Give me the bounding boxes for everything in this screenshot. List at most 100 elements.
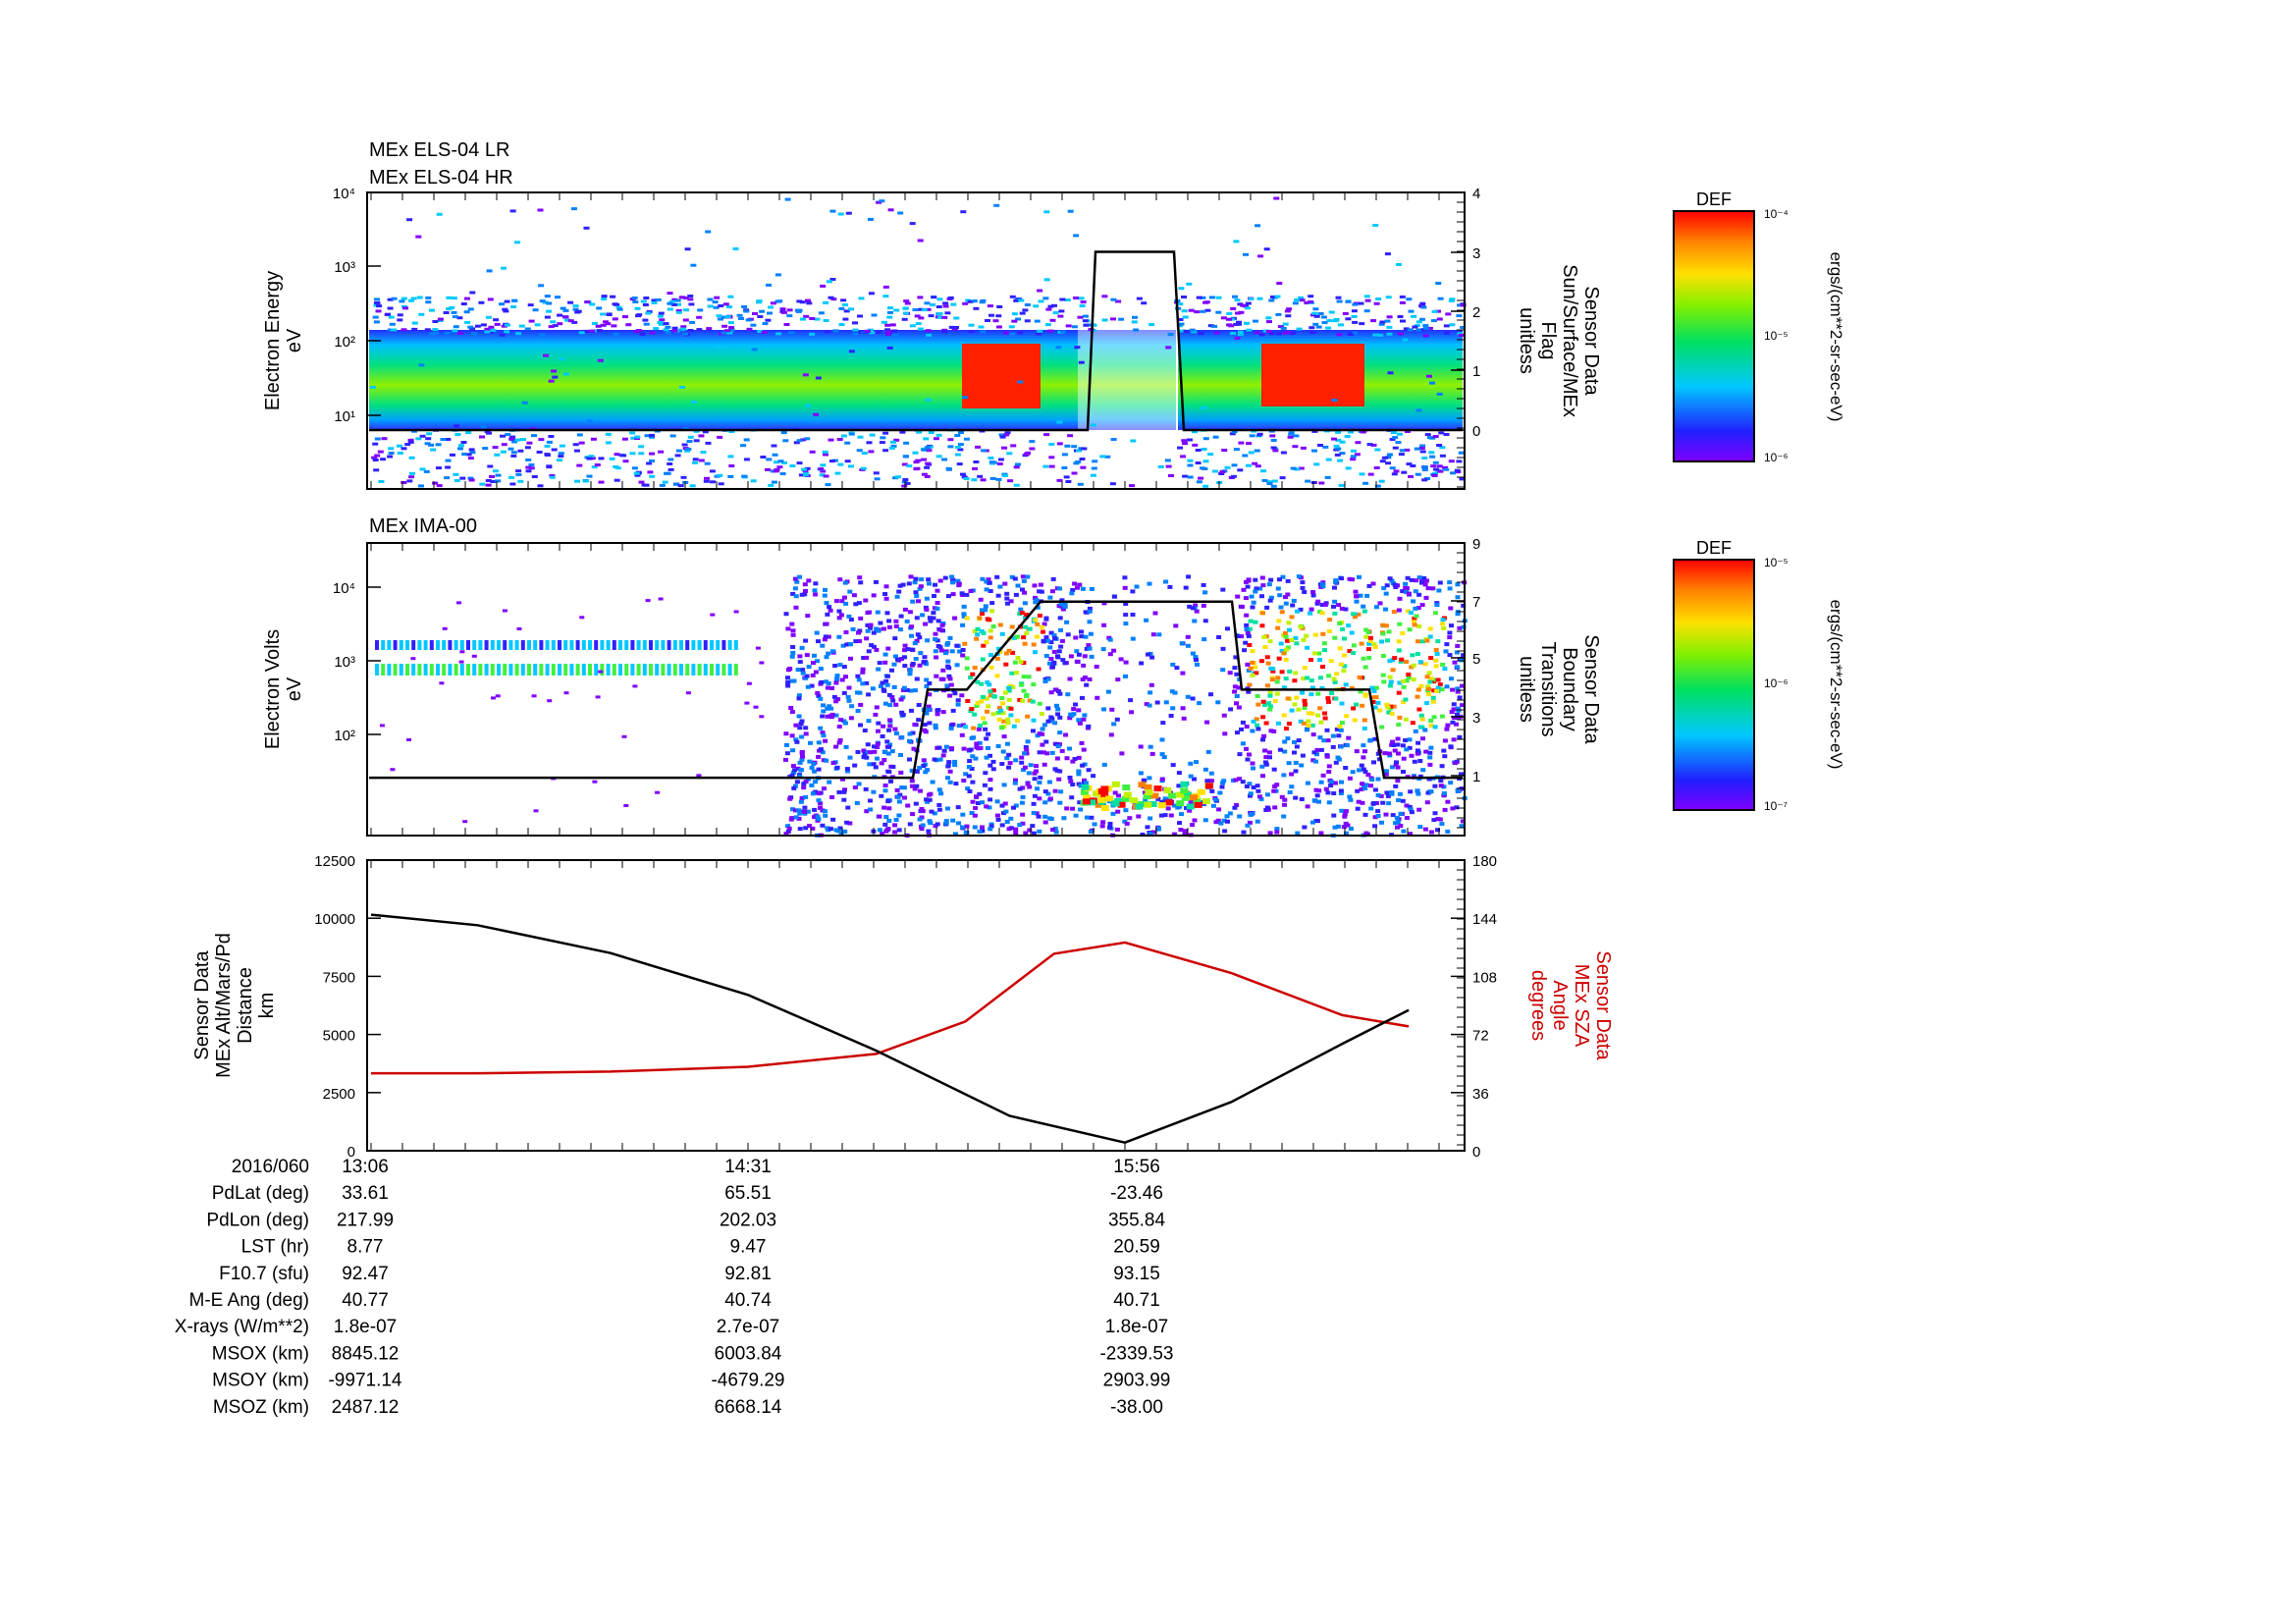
els-pixel [1411,314,1417,318]
ephemeris-label: 2016/060 [232,1157,309,1177]
els-pixel [809,332,816,336]
els-ytick-label: 10⁴ [333,186,355,202]
ima-pixel [863,598,869,603]
ima-pixel [1247,682,1253,687]
ima-pixel [916,703,922,707]
els-pixel [572,304,579,308]
els-pixel [1056,420,1063,424]
ima-pixel [1179,641,1185,646]
ima-pixel [827,780,832,784]
ima-pixel [1197,701,1202,706]
els-pixel [486,431,492,435]
ima-pixel [1417,660,1423,665]
els-pixel [894,475,901,479]
els-pixel [1024,453,1031,456]
ima-band-pixel [606,640,611,650]
ima-pixel [1401,679,1406,683]
ima-pixel [956,581,962,586]
ima-pixel [1081,717,1087,722]
ima-pixel [1439,822,1445,827]
ima-pixel [1362,665,1368,670]
els-pixel [1189,328,1196,332]
ima-pixel [1177,821,1182,826]
els-pixel [373,468,380,472]
els-pixel [567,319,574,323]
ima-pixel [863,786,869,791]
els-pixel [727,295,734,298]
ima-pixel [924,596,930,601]
ima-pixel [1318,676,1323,680]
ima-lowenergy-pixel [1144,784,1152,790]
ima-pixel [790,764,796,769]
ima-band-pixel [405,640,409,650]
els-pixel [445,465,452,469]
ima-pixel [1168,714,1174,718]
ima-pixel [1180,671,1186,676]
ima-pixel [1255,694,1260,698]
ima-pixel [1009,671,1015,676]
els-pixel [635,329,642,332]
ima-pixel [960,648,966,652]
els-pixel [675,310,682,314]
ima-pixel [1219,784,1225,789]
els-pixel [418,312,425,316]
ima-pixel [1322,648,1327,653]
els-pixel [675,449,682,453]
ima-pixel [1253,620,1258,624]
ima-pixel [1384,790,1390,795]
els-pixel [671,329,678,333]
ima-pixel [1396,751,1401,756]
ima-pixel [992,694,997,699]
els-pixel [562,372,569,376]
els-pixel [1355,441,1362,445]
ima-pixel [883,596,889,601]
ima-pixel [1041,723,1047,728]
els-pixel [418,484,424,488]
ima-pixel [1390,739,1396,744]
ephemeris-value: 92.81 [724,1264,772,1284]
ephemeris-label: PdLat (deg) [212,1183,309,1204]
els-pixel [667,301,673,305]
ima-pixel [1422,662,1428,667]
ima-pixel [897,583,903,588]
ima-pixel [1020,698,1026,703]
els-pixel [621,437,628,441]
ima-pixel [1073,813,1079,818]
ima-pixel [1298,624,1304,629]
ima-pixel [902,664,908,669]
els-pixel [594,463,601,466]
els-pixel [1078,360,1085,364]
ima-pixel [1375,814,1381,818]
els-pixel [1034,319,1041,323]
ima-pixel [1067,746,1072,751]
els-pixel [1275,312,1282,316]
ima-pixel [972,813,978,818]
ima-pixel [783,731,789,736]
els-rtick-label: 4 [1472,186,1480,202]
ima-pixel [882,660,888,665]
els-pixel [768,305,774,309]
ima-pixel [1289,638,1295,642]
els-pixel [903,299,910,303]
panel1-title-lr: MEx ELS-04 LR [369,139,509,161]
ima-pixel [902,643,908,648]
els-colorbar-tick-2: 10⁻⁶ [1764,451,1789,464]
ima-pixel [1068,654,1074,659]
ima-pixel [947,635,953,640]
els-pixel [942,304,949,308]
ima-pixel [945,664,951,669]
ima-pixel [894,787,900,792]
ima-pixel [1308,611,1313,616]
els-pixel [1029,440,1036,444]
ima-band-pixel [484,664,489,676]
els-pixel [698,459,705,462]
els-pixel [988,457,994,460]
ima-pixel [1411,663,1416,668]
ima-pixel [1047,645,1053,650]
ima-pixel [797,660,803,665]
ima-pixel [989,601,995,606]
ima-pixel [819,679,825,684]
ima-pixel [960,825,965,830]
els-pixel [1242,454,1249,458]
ima-pixel [816,791,822,796]
